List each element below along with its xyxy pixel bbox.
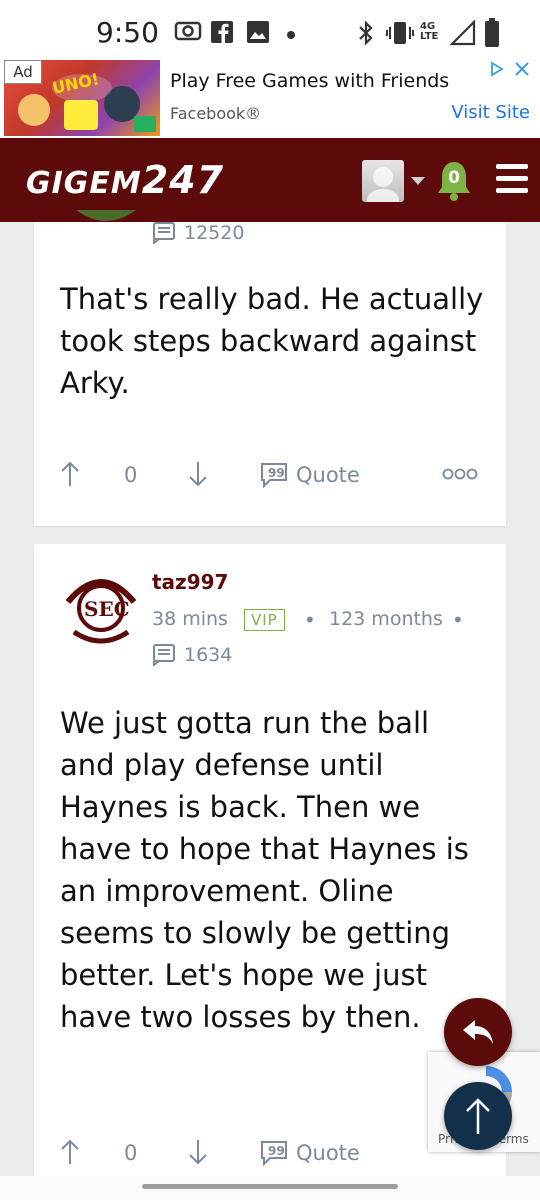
bluetooth-icon	[359, 20, 373, 46]
upvote-arrow-icon[interactable]	[60, 460, 80, 488]
post-count: 12520	[184, 222, 245, 244]
post-body: That's really bad. He actually took step…	[60, 282, 484, 400]
downvote-arrow-icon[interactable]	[188, 460, 208, 488]
notifications-button[interactable]: 0	[436, 160, 472, 206]
vibrate-icon	[386, 22, 414, 44]
user-avatar-sec-logo[interactable]: SEC	[64, 568, 138, 648]
member-tenure: 123 months	[329, 608, 443, 630]
quote-icon: 99	[261, 1141, 287, 1166]
reply-arrow-icon	[463, 1020, 493, 1044]
chevron-down-icon[interactable]	[410, 176, 426, 186]
status-time: 9:50	[96, 16, 159, 49]
user-avatar-button[interactable]	[362, 160, 404, 211]
camera-icon	[174, 21, 202, 41]
forum-post: 12520 That's really bad. He actually too…	[34, 210, 506, 526]
svg-text:99: 99	[268, 1144, 285, 1158]
network-4g-lte-icon: 4G LTE	[420, 21, 439, 42]
scroll-to-top-button[interactable]	[444, 1082, 512, 1150]
downvote-arrow-icon[interactable]	[188, 1138, 208, 1166]
gallery-icon	[247, 21, 269, 43]
post-timestamp: 38 mins	[152, 608, 228, 630]
notification-count: 0	[448, 168, 460, 188]
logo-text: GIGEM	[26, 166, 142, 201]
ad-sponsor: Facebook®	[170, 104, 262, 123]
signal-icon	[450, 20, 476, 46]
quote-button[interactable]: 99 Quote	[260, 460, 370, 490]
facebook-icon	[211, 21, 233, 43]
quote-icon: 99	[261, 463, 287, 488]
more-options-icon[interactable]	[442, 468, 478, 480]
dot-icon	[287, 31, 295, 39]
gesture-handle[interactable]	[142, 1184, 398, 1189]
avatar-placeholder-icon	[367, 167, 399, 211]
svg-text:SEC: SEC	[84, 597, 130, 621]
arrow-up-icon	[466, 1098, 490, 1134]
ad-label: Ad	[4, 60, 42, 84]
vote-count: 0	[124, 1141, 138, 1165]
user-avatar	[76, 210, 136, 221]
ad-title[interactable]: Play Free Games with Friends	[170, 70, 449, 92]
vote-count: 0	[124, 463, 138, 487]
ad-banner[interactable]: UNO! Ad Play Free Games with Friends Fac…	[0, 60, 540, 139]
post-count-icon	[153, 222, 175, 244]
quote-label: Quote	[296, 1141, 360, 1165]
logo-number: 247	[141, 158, 225, 202]
vip-badge: VIP	[244, 609, 285, 631]
separator-dot: •	[304, 608, 316, 632]
upvote-arrow-icon[interactable]	[60, 1138, 80, 1166]
battery-icon	[485, 18, 499, 47]
post-count-icon	[153, 644, 175, 666]
quote-label: Quote	[296, 463, 360, 487]
site-logo[interactable]: GIGEM247	[26, 158, 224, 202]
quote-button[interactable]: 99 Quote	[260, 1138, 370, 1168]
post-body: We just gotta run the ball and play defe…	[60, 706, 469, 1034]
svg-text:99: 99	[268, 466, 285, 480]
status-bar: 9:50 4G LTE	[0, 0, 540, 60]
hamburger-menu-icon[interactable]	[496, 164, 528, 200]
post-count: 1634	[184, 644, 233, 666]
reply-button[interactable]	[444, 998, 512, 1066]
visit-site-link[interactable]: Visit Site	[451, 102, 530, 123]
separator-dot: •	[452, 608, 464, 632]
username-link[interactable]: taz997	[152, 570, 228, 594]
ad-choices-icon[interactable]	[486, 60, 534, 78]
